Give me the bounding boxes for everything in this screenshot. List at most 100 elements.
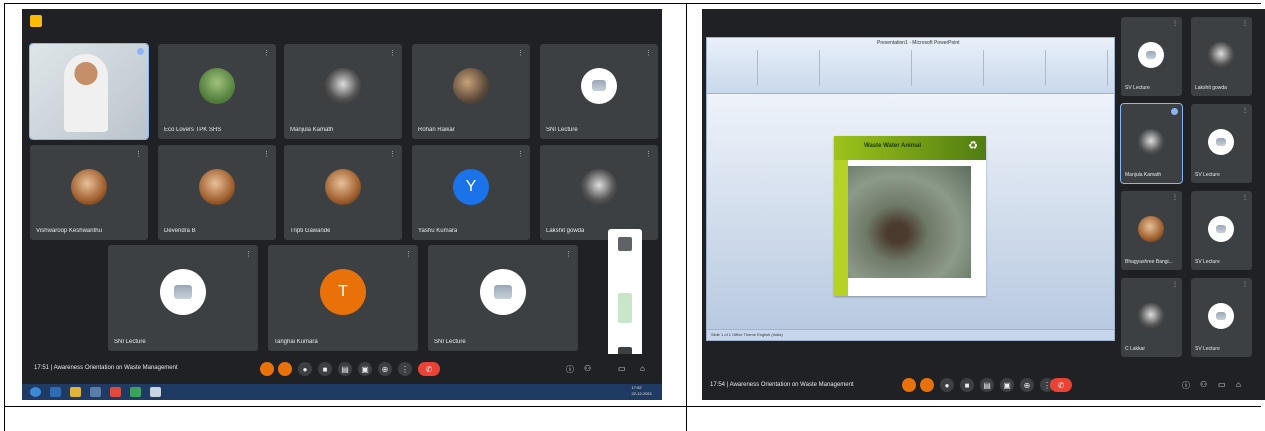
more-vert-icon[interactable]: ⋮ (1242, 281, 1248, 288)
more-vert-icon[interactable]: ⋮ (1242, 20, 1248, 27)
participant-tile[interactable]: ⋮ Lakshit gowda (540, 145, 658, 240)
avatar (581, 168, 617, 205)
more-vert-icon[interactable]: ⋮ (645, 150, 652, 158)
taskbar-clock: 17:52 22-12-2021 (631, 385, 652, 396)
more-vert-icon[interactable]: ⋮ (245, 250, 252, 258)
participant-name: Devendra B (164, 228, 196, 234)
participant-tile[interactable]: ⋮ SNI Lecture (108, 245, 258, 351)
participant-tile[interactable]: ⋮ Manjula Kamath (284, 44, 402, 139)
avatar (325, 168, 361, 205)
participant-name: Tanghai Kumara (274, 339, 318, 345)
more-vert-icon[interactable]: ⋮ (517, 49, 524, 57)
ribbon-group-drawing[interactable] (985, 50, 1046, 86)
participant-tile[interactable]: ⋮ Lakshit gowda (1191, 17, 1252, 96)
hand-icon[interactable] (278, 362, 292, 376)
ribbon-group-clipboard[interactable] (713, 50, 758, 86)
popup-icon[interactable] (618, 237, 632, 251)
pin-badge-icon (1171, 108, 1178, 115)
participant-name: SV Lecture (1195, 259, 1220, 265)
avatar (1138, 129, 1164, 155)
meet-grid-screenshot: ⋮ Eco Lovers TPK SHS ⋮ Manjula Kamath ⋮ Rohan… (22, 9, 662, 400)
meet-control-bar: 17:51 | Awareness Orientation on Waste M… (22, 354, 662, 384)
more-vert-icon[interactable]: ⋮ (1242, 194, 1248, 201)
captions-icon[interactable]: ▤ (980, 378, 994, 392)
start-button-icon[interactable] (30, 387, 41, 397)
taskbar-app-icon[interactable] (130, 387, 141, 397)
participant-tile[interactable]: ⋮ SNI Lecture (540, 44, 658, 139)
avatar (453, 67, 489, 104)
more-vert-icon[interactable]: ⋮ (263, 150, 270, 158)
participant-tile[interactable]: ⋮ Devendra B (158, 145, 276, 240)
ribbon-group-editing[interactable] (1047, 50, 1108, 86)
chrome-icon[interactable] (110, 387, 121, 397)
more-vert-icon[interactable]: ⋮ (1172, 20, 1178, 27)
ribbon-group-font[interactable] (821, 50, 912, 86)
slide-side-band (834, 160, 848, 296)
lock-icon[interactable]: ⌂ (1236, 380, 1241, 389)
participant-tile[interactable]: ⋮ C Lakkar (1121, 278, 1182, 357)
people-icon[interactable]: ⚇ (1200, 380, 1207, 389)
more-options-icon[interactable]: ⋮ (398, 362, 412, 376)
activities-icon[interactable]: ⊕ (378, 362, 392, 376)
more-vert-icon[interactable]: ⋮ (389, 49, 396, 57)
mic-icon[interactable]: ● (940, 378, 954, 392)
participant-name: SNI Lecture (114, 339, 146, 345)
participant-tile[interactable]: Manjula Kamath (1120, 103, 1183, 184)
more-vert-icon[interactable]: ⋮ (1172, 194, 1178, 201)
hand-icon[interactable] (920, 378, 934, 392)
participant-tile[interactable]: ⋮ SNI Lecture (428, 245, 578, 351)
camera-icon[interactable]: ■ (318, 362, 332, 376)
people-icon[interactable]: ⚇ (584, 364, 591, 373)
participant-tile[interactable]: ⋮ Vishwaroop Keshwanthu (30, 145, 148, 240)
present-icon[interactable]: ▣ (1000, 378, 1014, 392)
participant-tile[interactable]: ⋮ SV Lecture (1191, 191, 1252, 270)
mic-icon[interactable]: ● (298, 362, 312, 376)
recycle-icon: ♻ (968, 140, 978, 152)
participant-tile[interactable]: ⋮ SV Lecture (1191, 278, 1252, 357)
more-vert-icon[interactable]: ⋮ (389, 150, 396, 158)
activities-icon[interactable]: ⊕ (1020, 378, 1034, 392)
popup-slider[interactable] (618, 293, 632, 323)
more-vert-icon[interactable]: ⋮ (405, 250, 412, 258)
more-vert-icon[interactable]: ⋮ (135, 150, 142, 158)
slide-title: Waste Water Animal (864, 143, 922, 149)
reaction-icon[interactable] (260, 362, 274, 376)
camera-icon[interactable]: ■ (960, 378, 974, 392)
taskbar-app-icon[interactable] (90, 387, 101, 397)
more-vert-icon[interactable]: ⋮ (645, 49, 652, 57)
participant-tile[interactable]: ⋮ Rohan Raikar (412, 44, 530, 139)
more-vert-icon[interactable]: ⋮ (1242, 107, 1248, 114)
participant-tile[interactable]: ⋮ SV Lecture (1191, 104, 1252, 183)
participant-tile[interactable] (29, 43, 149, 140)
participant-tile[interactable]: T ⋮ Tanghai Kumara (268, 245, 418, 351)
participant-tile[interactable]: ⋮ Bhagyashree Bangi... (1121, 191, 1182, 270)
participant-tile[interactable]: ⋮ Eco Lovers TPK SHS (158, 44, 276, 139)
end-call-button[interactable]: ✆ (1050, 378, 1072, 392)
taskbar-app-icon[interactable] (150, 387, 161, 397)
participant-tile[interactable]: Y ⋮ Yashu Kumara (412, 145, 530, 240)
more-vert-icon[interactable]: ⋮ (517, 150, 524, 158)
participant-name: Tripti Gawande (290, 228, 331, 234)
activities-lock-icon[interactable]: ⌂ (640, 364, 645, 373)
info-icon[interactable]: ⓘ (1182, 380, 1190, 391)
info-icon[interactable]: ⓘ (566, 364, 574, 375)
more-vert-icon[interactable]: ⋮ (1172, 281, 1178, 288)
end-call-button[interactable]: ✆ (418, 362, 440, 376)
folder-icon[interactable] (70, 387, 81, 397)
present-icon[interactable]: ▣ (358, 362, 372, 376)
chat-icon[interactable]: ▭ (1218, 380, 1226, 389)
more-vert-icon[interactable]: ⋮ (565, 250, 572, 258)
chat-icon[interactable]: ▭ (618, 364, 626, 373)
meet-control-bar: 17:54 | Awareness Orientation on Waste M… (702, 370, 1265, 400)
ribbon-group-paragraph[interactable] (913, 50, 984, 86)
participant-tile[interactable]: ⋮ SV Lecture (1121, 17, 1182, 96)
avatar-letter: T (320, 269, 366, 315)
more-vert-icon[interactable]: ⋮ (263, 49, 270, 57)
meet-logo-icon (30, 15, 42, 27)
ribbon-group-slides[interactable] (759, 50, 820, 86)
reaction-icon[interactable] (902, 378, 916, 392)
participant-name: Lakshit gowda (546, 228, 585, 234)
taskbar-app-icon[interactable] (50, 387, 61, 397)
participant-tile[interactable]: ⋮ Tripti Gawande (284, 145, 402, 240)
captions-icon[interactable]: ▤ (338, 362, 352, 376)
